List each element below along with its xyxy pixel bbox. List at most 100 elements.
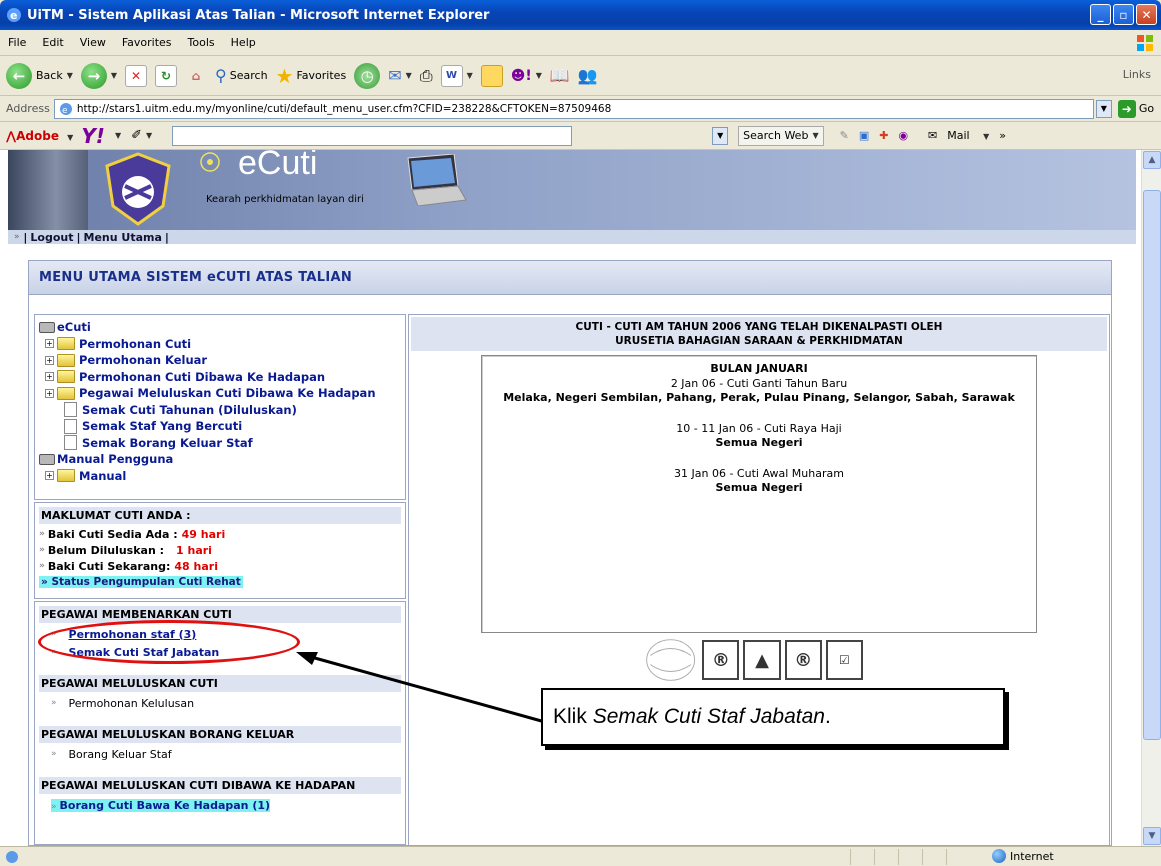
tree-doc-label: Semak Cuti Tahunan (Diluluskan) [82,402,297,417]
search-button[interactable]: ⚲ Search [215,66,268,85]
music-icon[interactable]: ◉ [898,129,908,142]
book-icon [39,453,55,465]
expand-icon[interactable]: + [45,388,54,398]
expand-icon[interactable]: + [45,355,54,365]
popup-blocker-icon[interactable]: ▣ [859,129,869,142]
borang-cuti-bawa-link[interactable]: » Borang Cuti Bawa Ke Hadapan (1) [39,796,401,814]
document-icon [64,435,77,451]
vertical-scrollbar[interactable]: ▲ ▼ [1141,150,1161,846]
go-button[interactable]: ➜ Go [1117,99,1154,118]
info-label: Baki Cuti Sekarang: [47,559,171,573]
tree-doc-semak-borang-keluar[interactable]: Semak Borang Keluar Staf [45,435,401,452]
book-icon [39,321,55,333]
tree-doc-semak-cuti-tahunan[interactable]: Semak Cuti Tahunan (Diluluskan) [45,402,401,419]
holiday-title-line1: CUTI - CUTI AM TAHUN 2006 YANG TELAH DIK… [575,321,943,333]
adobe-label: Adobe [16,128,59,143]
registered-mark-icon: ® [702,640,740,680]
mail-button[interactable]: ✉ ▼ [388,66,412,85]
menu-utama-link[interactable]: Menu Utama [84,231,162,244]
scroll-down-icon[interactable]: ▼ [1143,827,1161,845]
home-button[interactable]: ⌂ [185,65,207,87]
registered-mark-icon-2: ® [784,640,822,680]
status-pengumpulan-link[interactable]: » Status Pengumpulan Cuti Rehat [39,574,401,590]
address-dropdown-button[interactable]: ▼ [1095,99,1112,118]
more-chevron-icon[interactable]: » [999,129,1006,142]
tree-item-permohonan-cuti[interactable]: + Permohonan Cuti [45,336,401,353]
yahoo-search-input[interactable] [172,125,573,146]
back-button[interactable]: ← Back ▼ [6,62,73,89]
tree-root[interactable]: eCuti [39,319,401,336]
msn-button[interactable]: 👥 [578,66,598,85]
messenger-button[interactable]: ☻! ▼ [511,68,542,84]
print-button[interactable]: ⎙ [420,66,433,86]
antispy-icon[interactable]: ✚ [879,129,888,142]
expand-icon[interactable]: + [45,372,54,382]
leave-info-row: » Baki Cuti Sedia Ada :49 hari [39,526,401,542]
address-input[interactable]: e http://stars1.uitm.edu.my/myonline/cut… [53,98,1094,119]
stop-button[interactable]: ✕ [125,64,148,87]
left-column: eCuti + Permohonan Cuti + Permohonan Kelua… [34,314,406,845]
search-web-button[interactable]: Search Web ▼ [738,125,824,146]
edit-button[interactable]: W ▼ [440,64,473,87]
favorites-button[interactable]: ★ Favorites [276,64,347,88]
highlight-pencil-icon[interactable]: ✎ [840,129,849,142]
tree-item-manual[interactable]: + Manual [45,468,401,485]
refresh-icon: ↻ [155,64,178,87]
yahoo-mail-button[interactable]: ✉ Mail ▼ [918,129,989,142]
borang-keluar-staf-link[interactable]: » Borang Keluar Staf [39,745,401,763]
yahoo-search-dropdown[interactable]: ▼ [712,126,729,145]
approver-heading: PEGAWAI MELULUSKAN CUTI [39,675,401,692]
info-label: Belum Diluluskan : [47,543,165,557]
instruction-callout: Klik Semak Cuti Staf Jabatan. [541,688,1005,746]
expand-icon[interactable]: + [45,339,54,349]
forward-arrow-icon: → [80,62,107,89]
minimize-button[interactable]: _ [1090,4,1111,25]
holiday-title-line2: URUSETIA BAHAGIAN SARAAN & PERKHIDMATAN [615,335,903,347]
menu-view[interactable]: View [80,36,106,49]
info-value: 1 hari [176,543,212,557]
refresh-button[interactable]: ↻ [155,64,178,87]
holiday-states: Semua Negeri [715,436,803,449]
research-button[interactable]: 📖 [550,66,570,85]
triangle-cert-icon: ▲ [743,640,781,680]
ecuti-tree: eCuti + Permohonan Cuti + Permohonan Kelua… [34,314,406,500]
pencil-icon[interactable]: ✐ [131,128,142,143]
logout-link[interactable]: Logout [30,231,73,244]
search-icon: ⚲ [215,66,227,85]
tree-manual-root[interactable]: Manual Pengguna [39,451,401,468]
menu-favorites[interactable]: Favorites [122,36,172,49]
close-button[interactable]: ✕ [1136,4,1157,25]
adobe-icon: ⋀ [6,128,17,143]
menu-file[interactable]: File [8,36,26,49]
menu-tools[interactable]: Tools [188,36,215,49]
tree-doc-semak-staf-bercuti[interactable]: Semak Staf Yang Bercuti [45,418,401,435]
scroll-up-icon[interactable]: ▲ [1143,151,1161,169]
globe-logo-icon [646,639,696,681]
approver-heading: PEGAWAI MELULUSKAN BORANG KELUAR [39,726,401,743]
tree-item-label: Permohonan Keluar [79,353,208,368]
leave-info-row: » Belum Diluluskan : 1 hari [39,542,401,558]
favorites-label: Favorites [296,69,347,82]
forward-button[interactable]: → ▼ [80,62,117,89]
banner-title: eCuti [238,150,318,182]
permohonan-kelulusan-link[interactable]: » Permohonan Kelulusan [39,694,401,712]
expand-icon[interactable]: + [45,471,54,481]
history-button[interactable]: ◷ [354,62,381,89]
menu-help[interactable]: Help [231,36,256,49]
yahoo-logo-button[interactable]: Y! [81,124,105,148]
tree-item-cuti-dibawa[interactable]: + Permohonan Cuti Dibawa Ke Hadapan [45,369,401,386]
certification-logos: ® ▲ ® ☑ [643,635,863,685]
menu-edit[interactable]: Edit [42,36,63,49]
discuss-button[interactable] [480,64,503,87]
scroll-thumb[interactable] [1143,190,1161,740]
chevron-icon: » [51,698,57,708]
adobe-menu[interactable]: ⋀Adobe ▼ [6,129,73,143]
tree-item-label: Pegawai Meluluskan Cuti Dibawa Ke Hadapa… [79,386,376,401]
tree-item-pegawai-meluluskan[interactable]: + Pegawai Meluluskan Cuti Dibawa Ke Hadap… [45,385,401,402]
document-icon [64,402,77,418]
maximize-button[interactable]: ▫ [1113,4,1134,25]
callout-suffix: . [824,705,831,728]
tree-item-permohonan-keluar[interactable]: + Permohonan Keluar [45,352,401,369]
links-label[interactable]: Links [1123,68,1151,81]
holiday-date: 2 Jan 06 - Cuti Ganti Tahun Baru [670,376,848,390]
